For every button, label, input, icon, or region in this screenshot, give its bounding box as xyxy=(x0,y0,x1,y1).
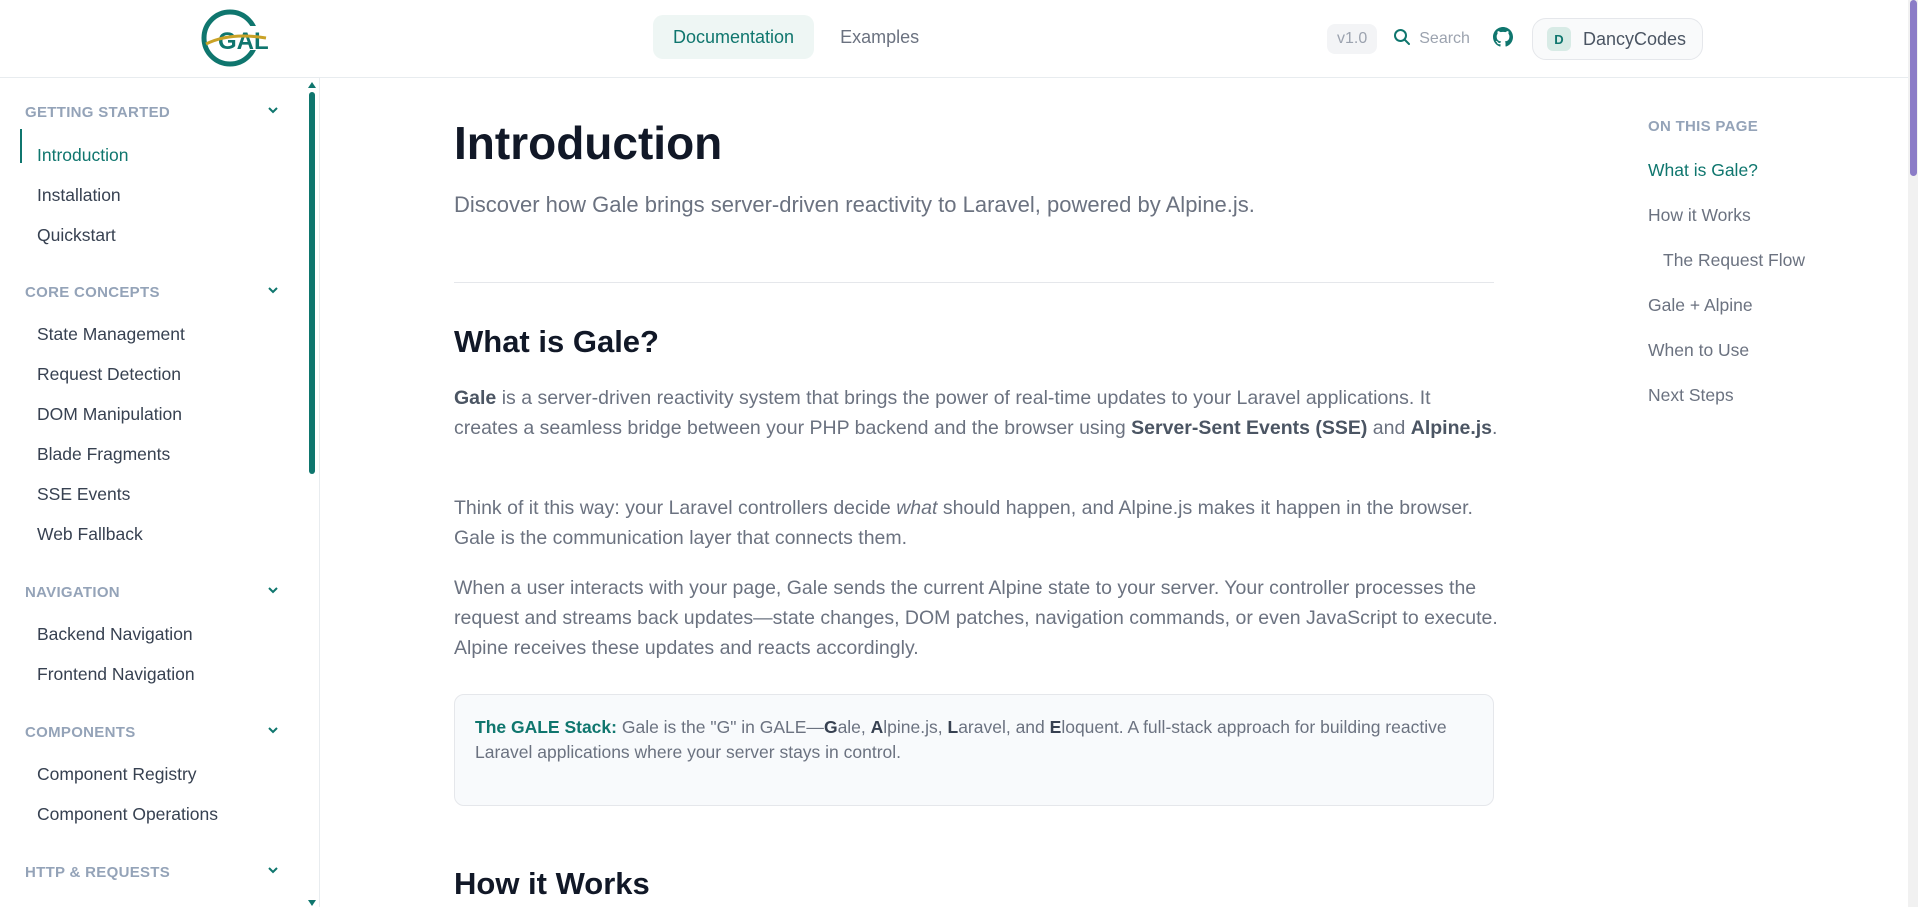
toc-title: ON THIS PAGE xyxy=(1648,118,1758,135)
text: ale, xyxy=(837,717,871,737)
avatar: D xyxy=(1546,27,1571,51)
top-header: GALE Documentation Examples v1.0 Search … xyxy=(0,0,1908,78)
user-menu-button[interactable]: D DancyCodes xyxy=(1531,18,1704,60)
chevron-down-icon xyxy=(266,103,280,121)
sidebar-item-state-management[interactable]: State Management xyxy=(37,321,185,347)
page-scrollbar-thumb[interactable] xyxy=(1910,0,1917,176)
section-components[interactable]: COMPONENTS xyxy=(25,720,280,744)
section-title: GETTING STARTED xyxy=(25,103,171,121)
chevron-down-icon xyxy=(266,583,280,601)
header-actions: v1.0 Search D DancyCodes xyxy=(1327,18,1704,60)
sidebar-item-web-fallback[interactable]: Web Fallback xyxy=(37,521,143,547)
sidebar-item-quickstart[interactable]: Quickstart xyxy=(37,222,116,248)
search-button[interactable]: Search xyxy=(1385,22,1478,56)
sidebar-item-backend-navigation[interactable]: Backend Navigation xyxy=(37,621,193,647)
sidebar-item-component-operations[interactable]: Component Operations xyxy=(37,801,218,827)
sidebar-item-installation[interactable]: Installation xyxy=(37,182,121,208)
github-link[interactable] xyxy=(1486,22,1520,56)
text: Think of it this way: your Laravel contr… xyxy=(454,497,897,519)
page-title: Introduction xyxy=(454,117,723,169)
strong-sse: Server-Sent Events (SSE) xyxy=(1131,417,1368,439)
emphasis-what: what xyxy=(896,497,938,519)
sidebar-item-component-registry[interactable]: Component Registry xyxy=(37,761,197,787)
search-label: Search xyxy=(1419,30,1470,47)
strong-gale: Gale xyxy=(454,387,497,409)
sidebar-scroll-down[interactable] xyxy=(308,900,316,906)
section-navigation[interactable]: NAVIGATION xyxy=(25,580,280,604)
sidebar-item-introduction[interactable]: Introduction xyxy=(37,142,128,168)
callout-gale-stack: The GALE Stack: Gale is the "G" in GALE—… xyxy=(454,694,1494,806)
section-core-concepts[interactable]: CORE CONCEPTS xyxy=(25,280,280,304)
sidebar-scrollbar[interactable] xyxy=(309,92,315,474)
toc-item-next-steps[interactable]: Next Steps xyxy=(1648,385,1734,406)
sidebar-scroll-up[interactable] xyxy=(308,82,316,88)
toc-item-request-flow[interactable]: The Request Flow xyxy=(1663,250,1805,271)
section-http-requests[interactable]: HTTP & REQUESTS xyxy=(25,860,280,884)
github-icon xyxy=(1492,26,1513,52)
sidebar-item-sse-events[interactable]: SSE Events xyxy=(37,481,130,507)
section-title: CORE CONCEPTS xyxy=(25,283,160,301)
letter: E xyxy=(1049,717,1062,737)
heading-how-it-works: How it Works xyxy=(454,866,650,901)
user-name: DancyCodes xyxy=(1582,28,1687,49)
version-badge[interactable]: v1.0 xyxy=(1327,24,1378,54)
text: . xyxy=(1492,417,1498,439)
paragraph-intro: Gale is a server-driven reactivity syste… xyxy=(454,383,1499,443)
tab-examples[interactable]: Examples xyxy=(820,15,939,59)
heading-what-is-gale: What is Gale? xyxy=(454,324,659,359)
divider xyxy=(454,282,1494,283)
section-getting-started[interactable]: GETTING STARTED xyxy=(25,100,280,124)
search-icon xyxy=(1393,28,1411,51)
active-indicator xyxy=(20,129,22,163)
page-lead: Discover how Gale brings server-driven r… xyxy=(454,192,1255,217)
letter: A xyxy=(870,717,884,737)
toc-item-what-is-gale[interactable]: What is Gale? xyxy=(1648,160,1758,181)
chevron-down-icon xyxy=(266,283,280,301)
strong-alpine: Alpine.js xyxy=(1410,417,1493,439)
sidebar-item-request-detection[interactable]: Request Detection xyxy=(37,361,181,387)
text: Gale is the "G" in GALE— xyxy=(616,717,824,737)
toc-item-how-it-works[interactable]: How it Works xyxy=(1648,205,1751,226)
section-title: HTTP & REQUESTS xyxy=(25,863,171,881)
tab-documentation[interactable]: Documentation xyxy=(653,15,815,59)
letter: G xyxy=(823,717,838,737)
toc-item-gale-alpine[interactable]: Gale + Alpine xyxy=(1648,295,1753,316)
gale-logo[interactable]: GALE xyxy=(200,8,285,68)
sidebar-item-blade-fragments[interactable]: Blade Fragments xyxy=(37,441,170,467)
text: lpine.js, xyxy=(883,717,948,737)
chevron-down-icon xyxy=(266,863,280,881)
toc-item-when-to-use[interactable]: When to Use xyxy=(1648,340,1749,361)
paragraph-think: Think of it this way: your Laravel contr… xyxy=(454,493,1499,553)
section-title: NAVIGATION xyxy=(25,583,120,601)
letter: L xyxy=(947,717,959,737)
sidebar-item-dom-manipulation[interactable]: DOM Manipulation xyxy=(37,401,182,427)
sidebar-item-frontend-navigation[interactable]: Frontend Navigation xyxy=(37,661,195,687)
text: and xyxy=(1367,417,1411,439)
chevron-down-icon xyxy=(266,723,280,741)
main-nav: Documentation Examples xyxy=(653,15,939,59)
section-title: COMPONENTS xyxy=(25,723,136,741)
callout-label: The GALE Stack: xyxy=(475,717,617,737)
logo-text: GALE xyxy=(218,28,270,55)
text: aravel, and xyxy=(958,717,1050,737)
sidebar: GETTING STARTED Introduction Installatio… xyxy=(0,78,320,907)
paragraph-flow: When a user interacts with your page, Ga… xyxy=(454,577,1498,659)
